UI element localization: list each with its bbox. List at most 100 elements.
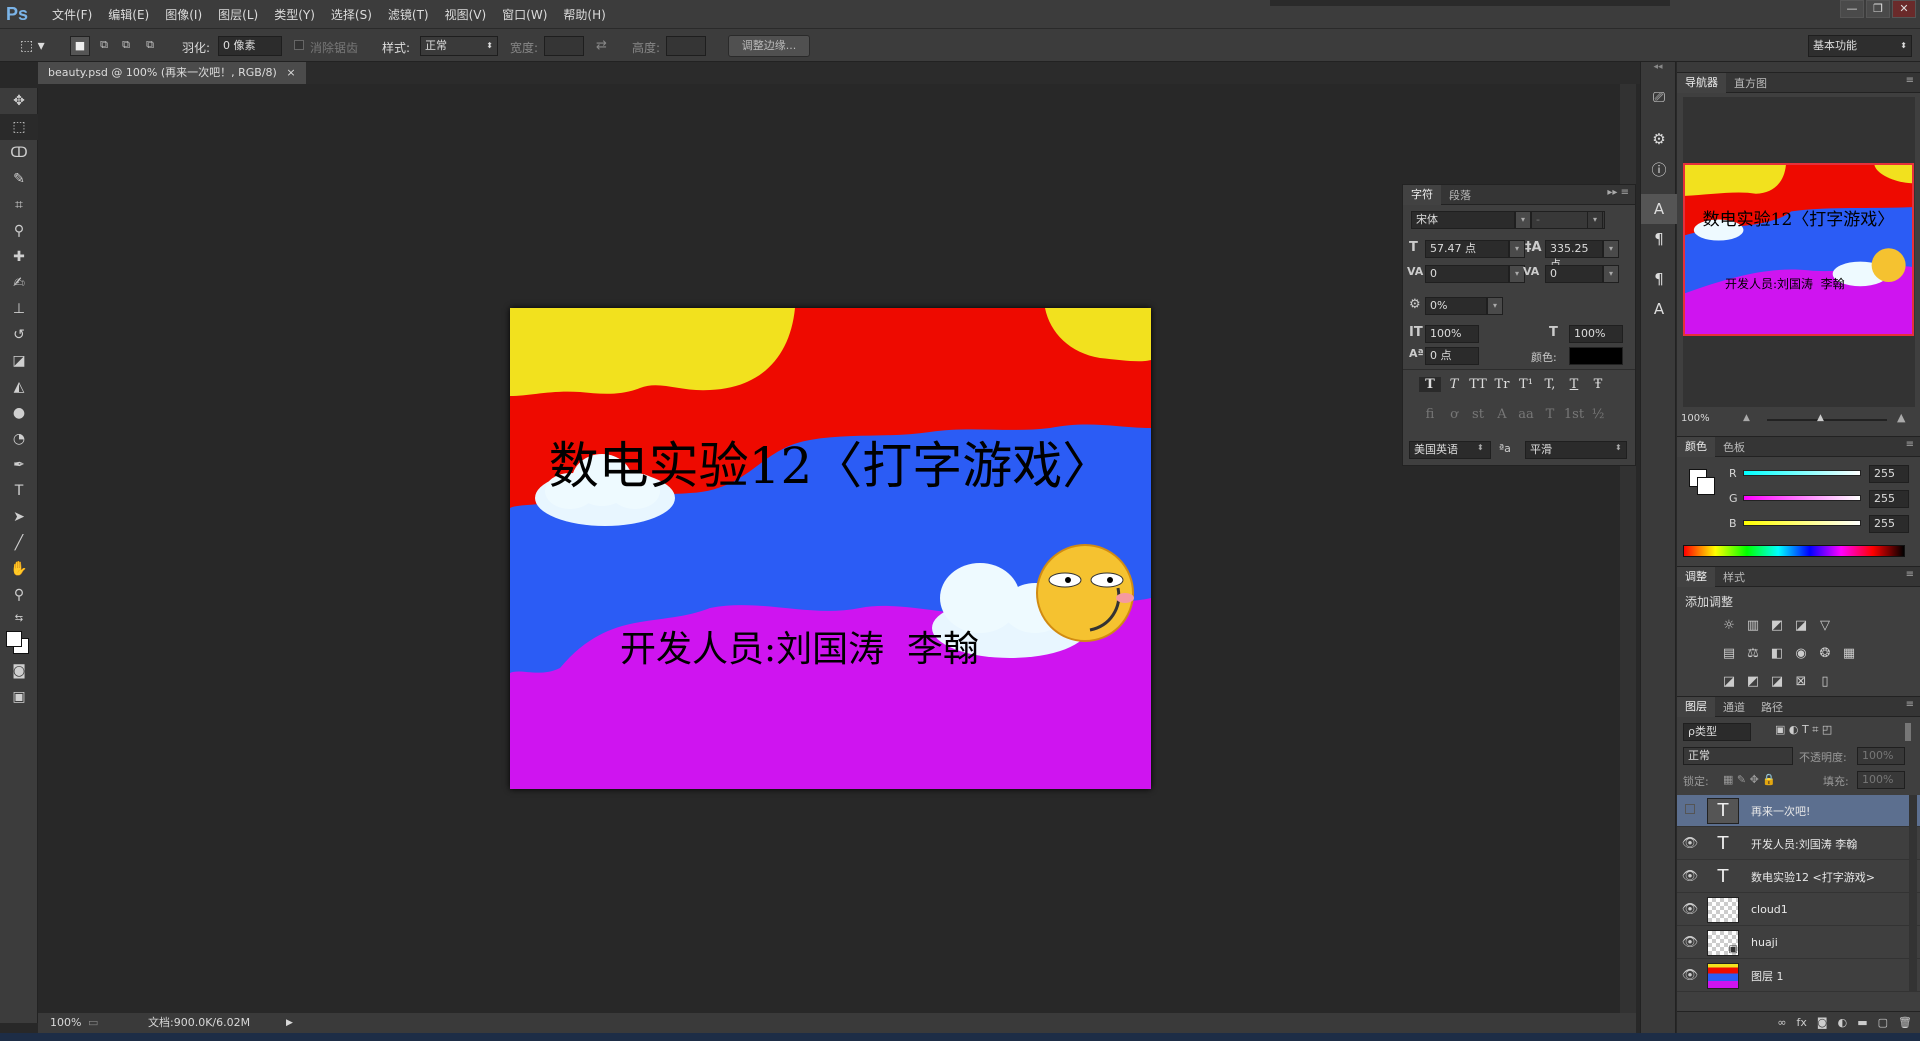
strikethrough-button[interactable]: Ŧ xyxy=(1587,377,1609,392)
ligatures-button[interactable]: fi xyxy=(1419,407,1441,422)
layer-name[interactable]: cloud1 xyxy=(1751,903,1788,916)
blend-mode-select[interactable]: 正常 xyxy=(1683,747,1793,765)
close-button[interactable]: ✕ xyxy=(1892,0,1916,18)
tracking-dropdown-icon[interactable]: ▾ xyxy=(1603,265,1619,283)
lasso-tool-icon[interactable]: ↀ xyxy=(0,140,38,166)
status-menu-arrow-icon[interactable]: ▶ xyxy=(286,1013,293,1033)
trash-icon[interactable]: 🗑 xyxy=(1898,1016,1912,1029)
layer-name[interactable]: huaji xyxy=(1751,936,1778,949)
status-icon[interactable]: ▭ xyxy=(88,1013,98,1033)
layer-row[interactable]: 👁 图层 1 xyxy=(1677,960,1920,992)
font-style-dropdown-icon[interactable]: ▾ xyxy=(1587,211,1603,229)
pen-tool-icon[interactable]: ✒ xyxy=(0,452,38,478)
document-tab[interactable]: beauty.psd @ 100% (再来一次吧！, RGB/8) × xyxy=(38,62,306,84)
layer-name[interactable]: 再来一次吧! xyxy=(1751,803,1810,819)
visibility-toggle[interactable] xyxy=(1677,803,1703,818)
path-select-icon[interactable]: ➤ xyxy=(0,504,38,530)
zoom-slider-thumb[interactable]: ▲ xyxy=(1817,413,1824,423)
mask-icon[interactable]: ◙ xyxy=(1817,1016,1828,1029)
lock-icons[interactable]: ▦ ✎ ✥ 🔒 xyxy=(1723,773,1776,786)
navigator-thumbnail[interactable]: 数电实验12〈打字游戏〉 开发人员:刘国涛 李翰 xyxy=(1683,163,1914,336)
b-channel-value[interactable]: 255 xyxy=(1869,515,1909,533)
selective-color-icon[interactable]: ⊠ xyxy=(1789,671,1813,693)
fx-icon[interactable]: fx xyxy=(1797,1016,1807,1029)
photo-filter-icon[interactable]: ◉ xyxy=(1789,643,1813,665)
canvas-area[interactable]: 数电实验12〈打字游戏〉 开发人员:刘国涛 李翰 xyxy=(40,84,1636,1014)
threshold-icon[interactable]: ◪ xyxy=(1765,671,1789,693)
eye-icon[interactable]: 👁 xyxy=(1677,968,1703,983)
g-channel-slider[interactable] xyxy=(1743,495,1861,501)
menu-image[interactable]: 图像(I) xyxy=(157,6,210,23)
panel-menu-icon[interactable]: ≡ xyxy=(1906,569,1914,580)
tab-layers[interactable]: 图层 xyxy=(1677,696,1715,717)
exposure-icon[interactable]: ◪ xyxy=(1789,615,1813,637)
screen-mode-icon[interactable]: ▣ xyxy=(0,684,38,710)
r-channel-value[interactable]: 255 xyxy=(1869,465,1909,483)
properties-panel-icon[interactable]: ⚙ xyxy=(1641,124,1677,154)
black-white-icon[interactable]: ◧ xyxy=(1765,643,1789,665)
menu-layer[interactable]: 图层(L) xyxy=(210,6,266,23)
tab-styles[interactable]: 样式 xyxy=(1715,569,1753,585)
tsume-input[interactable]: 0% xyxy=(1425,297,1487,315)
tab-channels[interactable]: 通道 xyxy=(1715,699,1753,715)
paint-bucket-icon[interactable]: ◭ xyxy=(0,374,38,400)
tab-adjustments[interactable]: 调整 xyxy=(1677,566,1715,587)
layer-name[interactable]: 开发人员:刘国涛 李翰 xyxy=(1751,836,1857,852)
style-select[interactable]: 正常 ⬍ xyxy=(420,36,498,56)
channel-mixer-icon[interactable]: ❂ xyxy=(1813,643,1837,665)
history-brush-icon[interactable]: ↺ xyxy=(0,322,38,348)
layer-filter-icons[interactable]: ▣ ◐ T ⌗ ◰ xyxy=(1775,723,1832,737)
width-input[interactable] xyxy=(544,36,584,56)
layer-filter-select[interactable]: ρ类型 xyxy=(1683,723,1751,741)
quick-select-tool-icon[interactable]: ✎ xyxy=(0,166,38,192)
eyedropper-tool-icon[interactable]: ⚲ xyxy=(0,218,38,244)
panel-menu-icon[interactable]: ≡ xyxy=(1906,699,1914,710)
character-panel-icon[interactable]: A xyxy=(1641,194,1677,224)
tab-color[interactable]: 颜色 xyxy=(1677,436,1715,457)
blur-tool-icon[interactable]: ● xyxy=(0,400,38,426)
menu-edit[interactable]: 编辑(E) xyxy=(100,6,157,23)
layer-row[interactable]: 👁 T 开发人员:刘国涛 李翰 xyxy=(1677,828,1920,860)
old-style-button[interactable]: ơ xyxy=(1443,407,1465,422)
paragraph-styles-icon[interactable]: ¶ xyxy=(1641,264,1677,294)
font-family-select[interactable]: 宋体 xyxy=(1411,211,1515,229)
eye-icon[interactable]: 👁 xyxy=(1677,869,1703,884)
fill-input[interactable]: 100% xyxy=(1857,771,1905,789)
layer-row[interactable]: T 再来一次吧! xyxy=(1677,795,1920,827)
leading-input[interactable]: 335.25 点 xyxy=(1545,240,1603,271)
height-input[interactable] xyxy=(666,36,706,56)
swap-icon[interactable]: ⇄ xyxy=(596,38,607,53)
move-tool-icon[interactable]: ✥ xyxy=(0,88,38,114)
color-balance-icon[interactable]: ⚖ xyxy=(1741,643,1765,665)
document-canvas[interactable]: 数电实验12〈打字游戏〉 开发人员:刘国涛 李翰 xyxy=(510,308,1151,789)
stylistic-alternates-button[interactable]: aa xyxy=(1515,407,1537,422)
close-tab-icon[interactable]: × xyxy=(286,66,295,79)
baseline-shift-input[interactable]: 0 点 xyxy=(1425,347,1479,365)
gradient-map-icon[interactable]: ▯ xyxy=(1813,671,1837,693)
new-layer-icon[interactable]: ▢ xyxy=(1878,1016,1888,1029)
levels-icon[interactable]: ▥ xyxy=(1741,615,1765,637)
restore-button[interactable]: ❐ xyxy=(1866,0,1890,18)
marquee-preset-icon[interactable]: ⬚ ▾ xyxy=(20,35,60,57)
faux-italic-button[interactable]: T xyxy=(1443,377,1465,392)
tab-navigator[interactable]: 导航器 xyxy=(1677,72,1726,93)
zoom-tool-icon[interactable]: ⚲ xyxy=(0,582,38,608)
layer-row[interactable]: 👁 T 数电实验12 <打字游戏> xyxy=(1677,861,1920,893)
layer-row[interactable]: 👁 ▣ huaji xyxy=(1677,927,1920,959)
brush-tool-icon[interactable]: ✍ xyxy=(0,270,38,296)
collapse-icon[interactable]: ◂◂ xyxy=(1641,62,1675,82)
line-tool-icon[interactable]: ╱ xyxy=(0,530,38,556)
tab-paths[interactable]: 路径 xyxy=(1753,699,1791,715)
b-channel-slider[interactable] xyxy=(1743,520,1861,526)
dodge-tool-icon[interactable]: ◔ xyxy=(0,426,38,452)
eye-icon[interactable]: 👁 xyxy=(1677,836,1703,851)
menu-window[interactable]: 窗口(W) xyxy=(494,6,555,23)
zoom-out-icon[interactable]: ▲ xyxy=(1743,413,1750,423)
titling-alternates-button[interactable]: T xyxy=(1539,407,1561,422)
info-panel-icon[interactable]: ⓘ xyxy=(1641,154,1677,184)
new-selection-icon[interactable]: ■ xyxy=(70,36,90,56)
adjustment-icon[interactable]: ◐ xyxy=(1838,1016,1848,1029)
panel-menu-icon[interactable]: ≡ xyxy=(1906,75,1914,86)
font-size-dropdown-icon[interactable]: ▾ xyxy=(1509,240,1525,258)
eye-icon[interactable]: 👁 xyxy=(1677,902,1703,917)
